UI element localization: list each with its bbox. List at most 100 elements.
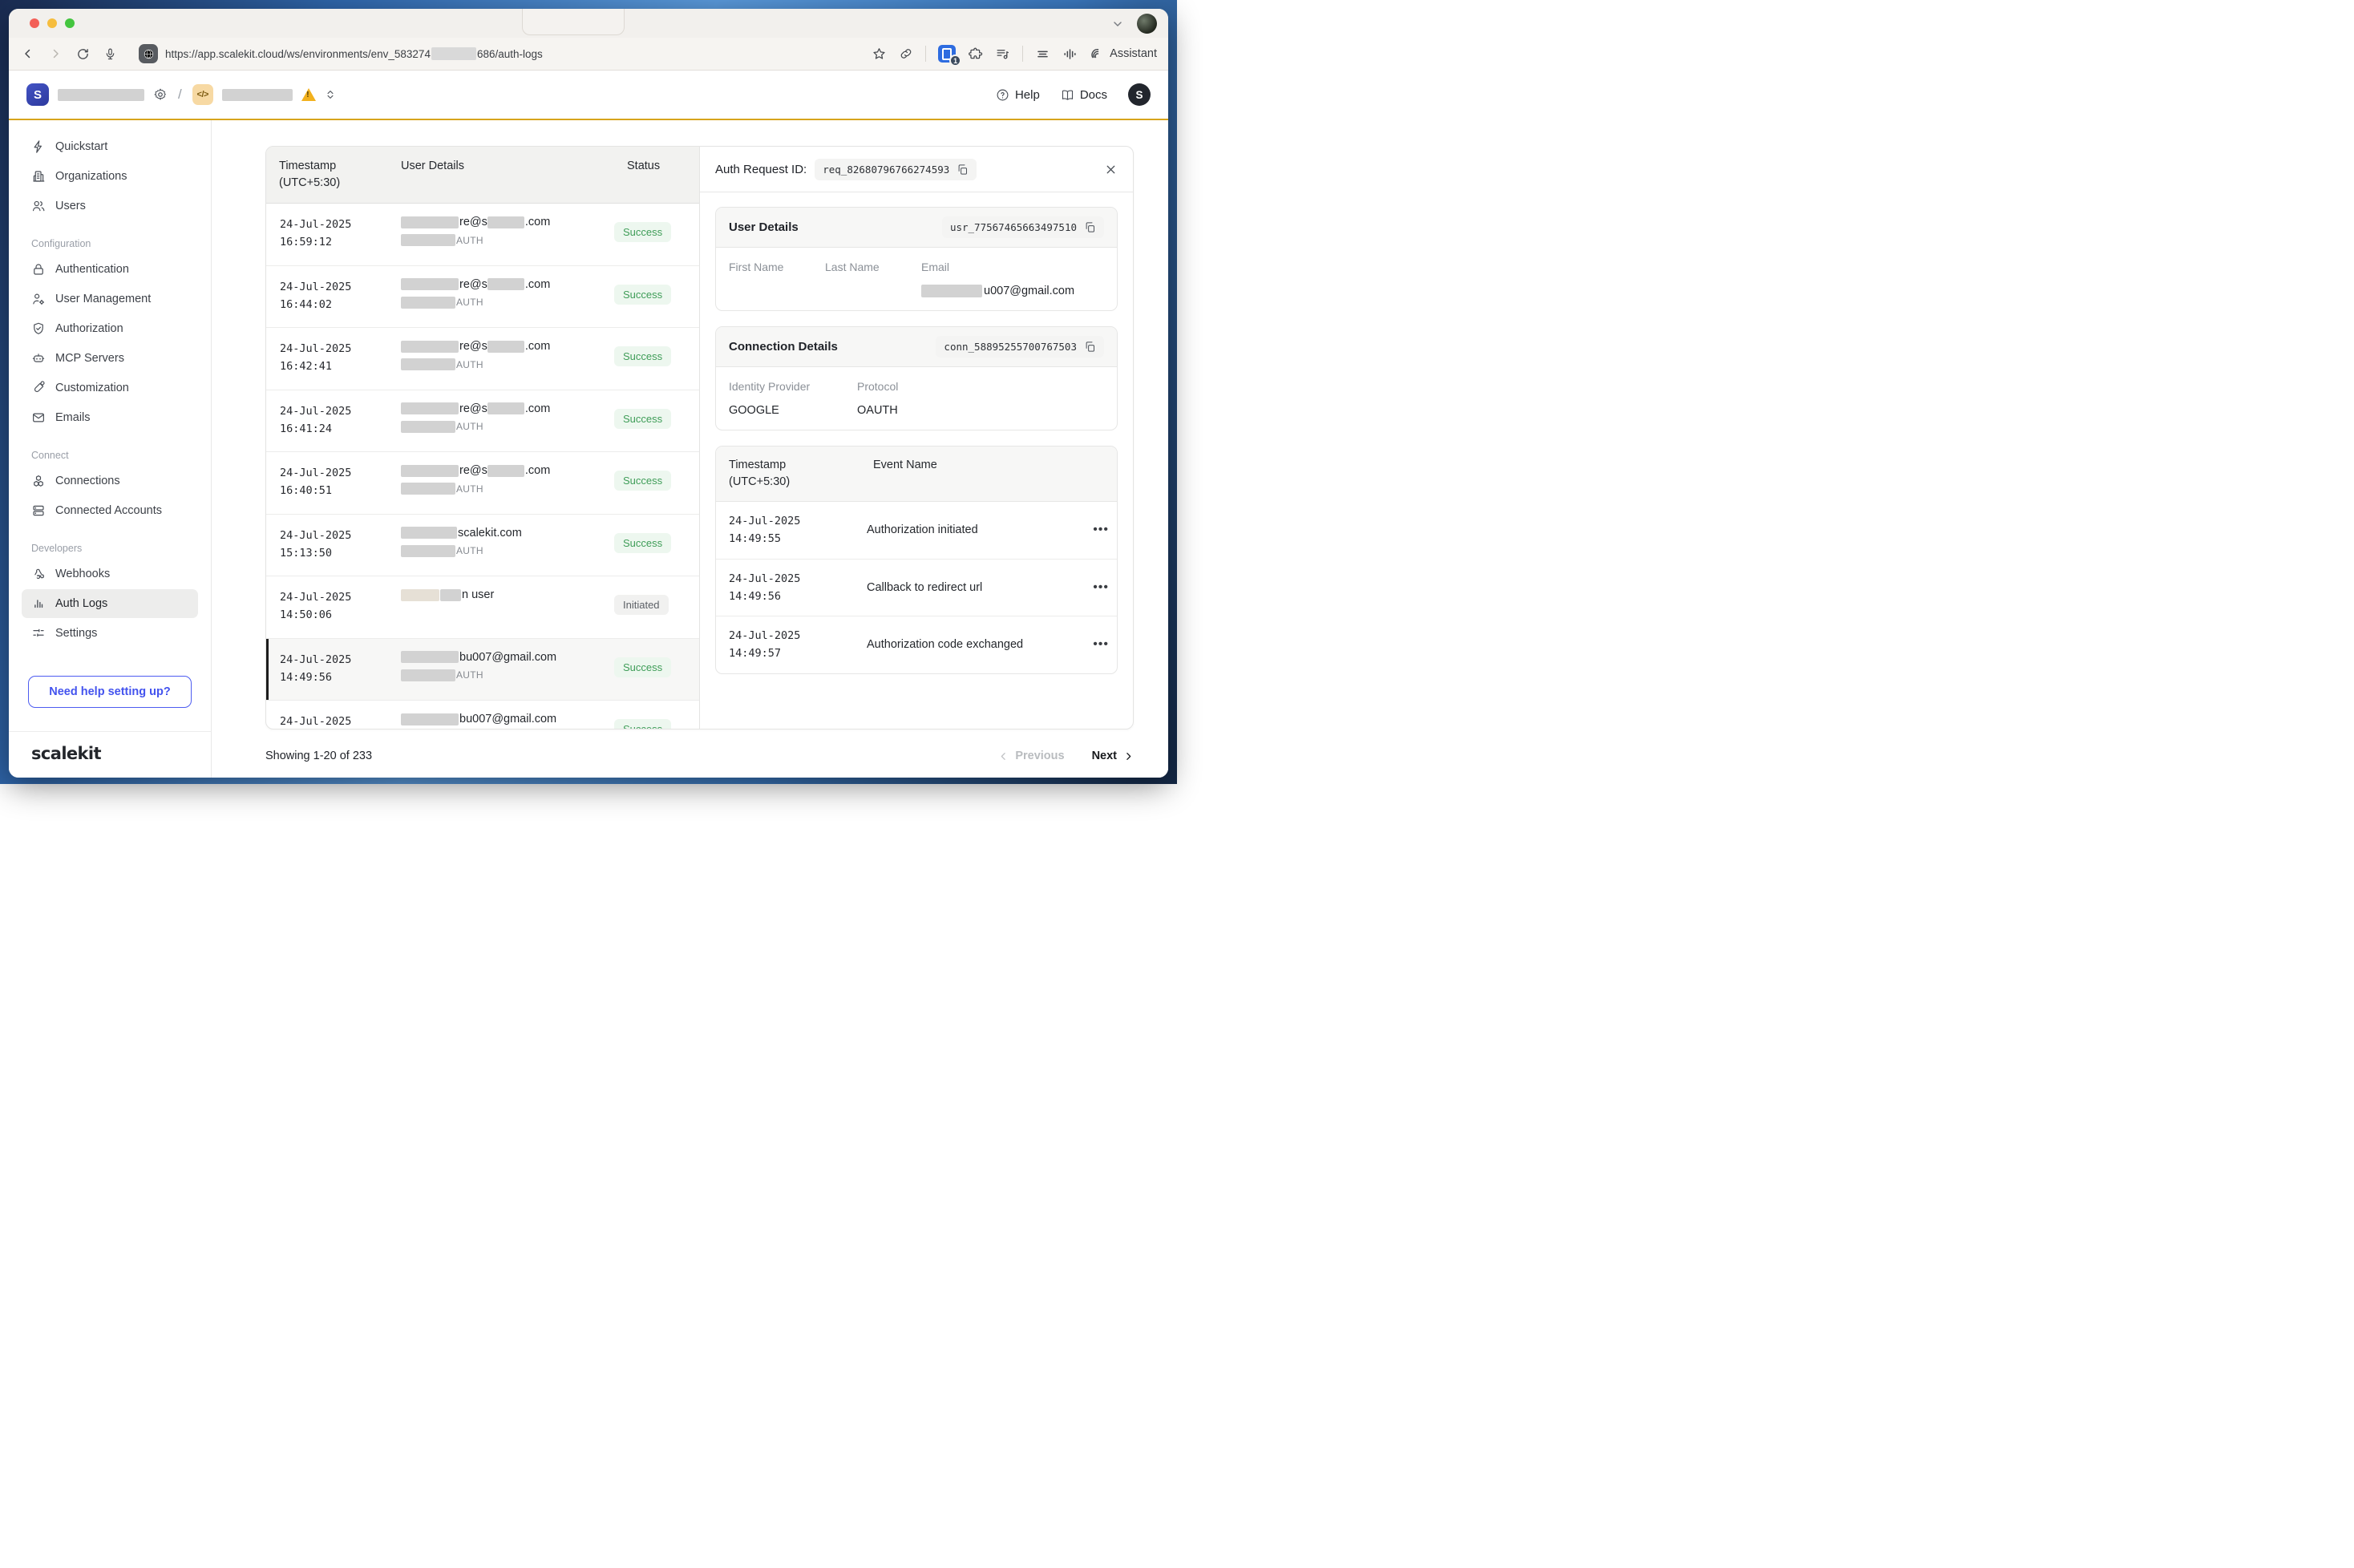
event-timestamp: 24-Jul-202514:49:57: [716, 627, 860, 663]
sidebar-item-mcp-servers[interactable]: MCP Servers: [22, 344, 198, 373]
sidebar-item-emails[interactable]: Emails: [22, 403, 198, 432]
address-bar[interactable]: https://app.scalekit.cloud/ws/environmen…: [139, 44, 860, 63]
docs-button[interactable]: Docs: [1061, 88, 1107, 102]
sidebar-item-quickstart[interactable]: Quickstart: [22, 132, 198, 161]
voice-bars-icon[interactable]: [1062, 46, 1078, 62]
copy-icon[interactable]: [957, 164, 969, 176]
sidebar-item-connected-accounts[interactable]: Connected Accounts: [22, 496, 198, 525]
browser-window: https://app.scalekit.cloud/ws/environmen…: [9, 9, 1168, 778]
event-more-button[interactable]: •••: [1090, 637, 1117, 652]
log-row[interactable]: 24-Jul-202516:42:41re@s.comAUTHSuccess: [266, 328, 699, 390]
breadcrumb-separator: /: [178, 87, 182, 103]
sidebar-section-label: Connect: [31, 450, 188, 461]
redacted-text: [401, 465, 459, 477]
reload-button[interactable]: [75, 46, 91, 62]
log-table-header: Timestamp (UTC+5:30) User Details Status: [266, 147, 699, 204]
microphone-icon[interactable]: [102, 46, 118, 62]
event-more-button[interactable]: •••: [1090, 580, 1117, 595]
log-user-details: bu007@gmail.comAUTH: [388, 713, 614, 729]
copy-icon[interactable]: [1084, 221, 1096, 233]
sidebar-item-settings[interactable]: Settings: [22, 619, 198, 648]
event-row: 24-Jul-202514:49:57Authorization code ex…: [716, 616, 1117, 673]
auth-request-id-chip: req_82680796766274593: [815, 159, 977, 180]
robot-icon: [31, 351, 46, 366]
redacted-text: [401, 589, 439, 601]
log-timestamp: 24-Jul-202515:13:50: [266, 527, 388, 563]
auth-request-detail-panel: Auth Request ID: req_82680796766274593: [700, 147, 1133, 729]
next-page-button[interactable]: Next: [1092, 750, 1134, 762]
log-row[interactable]: 24-Jul-202516:41:24re@s.comAUTHSuccess: [266, 390, 699, 453]
back-button[interactable]: [20, 46, 36, 62]
status-badge: Initiated: [614, 595, 669, 615]
lock-icon: [31, 262, 46, 277]
log-status: Initiated: [614, 588, 699, 624]
browser-toolbar: https://app.scalekit.cloud/ws/environmen…: [9, 38, 1168, 71]
sidebar-item-webhooks[interactable]: Webhooks: [22, 560, 198, 588]
browser-tab[interactable]: [522, 9, 625, 35]
close-icon[interactable]: [1104, 163, 1118, 176]
column-user-details: User Details: [388, 158, 614, 192]
log-timestamp: 24-Jul-202516:44:02: [266, 278, 388, 314]
forward-button[interactable]: [47, 46, 63, 62]
extension-badge: 1: [949, 55, 961, 67]
copy-link-icon[interactable]: [899, 46, 913, 61]
gear-icon[interactable]: [153, 87, 168, 102]
password-extension-icon[interactable]: 1: [938, 45, 956, 63]
org-icon: [31, 169, 46, 184]
sidebar-item-authentication[interactable]: Authentication: [22, 255, 198, 284]
assistant-swirl-icon: [1090, 46, 1104, 61]
minimize-window-button[interactable]: [47, 18, 57, 28]
bookmark-star-icon[interactable]: [872, 46, 887, 62]
log-row[interactable]: 24-Jul-202516:59:12re@s.comAUTHSuccess: [266, 204, 699, 266]
redacted-text: [921, 285, 982, 297]
log-status: Success: [614, 340, 699, 376]
user-avatar[interactable]: S: [1128, 83, 1151, 106]
redacted-text: [401, 216, 459, 228]
assistant-button[interactable]: Assistant: [1090, 46, 1157, 61]
status-badge: Success: [614, 346, 671, 366]
log-row[interactable]: 24-Jul-202514:50:06n userInitiated: [266, 576, 699, 639]
sidebar-item-users[interactable]: Users: [22, 192, 198, 220]
cubes-icon: [31, 474, 46, 488]
redacted-workspace-name: [58, 89, 144, 101]
usergear-icon: [31, 292, 46, 306]
help-button[interactable]: Help: [996, 88, 1040, 102]
column-status: Status: [614, 158, 699, 192]
browser-profile-avatar[interactable]: [1137, 14, 1157, 34]
chevron-down-icon[interactable]: [1111, 18, 1124, 30]
sidebar-item-user-management[interactable]: User Management: [22, 285, 198, 313]
extensions-puzzle-icon[interactable]: [968, 46, 983, 62]
log-row[interactable]: 24-Jul-202516:40:51re@s.comAUTHSuccess: [266, 452, 699, 515]
redacted-text: [487, 465, 524, 477]
log-user-details: scalekit.comAUTH: [388, 527, 614, 563]
sidebar-item-customization[interactable]: Customization: [22, 374, 198, 402]
stack-icon: [31, 503, 46, 518]
log-row[interactable]: 24-Jul-202516:44:02re@s.comAUTHSuccess: [266, 266, 699, 329]
protocol-label: Protocol: [857, 380, 1104, 393]
environment-code-icon: </>: [192, 84, 213, 105]
log-row[interactable]: 24-Jul-202514:49:56bu007@gmail.comAUTHSu…: [266, 639, 699, 701]
environment-switcher-icon[interactable]: [325, 88, 336, 101]
copy-icon[interactable]: [1084, 341, 1096, 353]
sidebar-item-authorization[interactable]: Authorization: [22, 314, 198, 343]
media-playlist-icon[interactable]: [995, 46, 1010, 62]
sidebar-item-connections[interactable]: Connections: [22, 467, 198, 495]
need-help-button[interactable]: Need help setting up?: [28, 676, 192, 708]
log-row[interactable]: 24-Jul-202514:04:26bu007@gmail.comAUTHSu…: [266, 701, 699, 729]
redacted-text: [401, 669, 455, 681]
redacted-text: [401, 341, 459, 353]
sidebar-item-auth-logs[interactable]: Auth Logs: [22, 589, 198, 618]
zoom-window-button[interactable]: [65, 18, 75, 28]
log-status: Success: [614, 402, 699, 438]
close-window-button[interactable]: [30, 18, 39, 28]
status-badge: Success: [614, 409, 671, 429]
reader-lines-icon[interactable]: [1035, 46, 1050, 62]
previous-page-button[interactable]: Previous: [998, 750, 1064, 762]
event-more-button[interactable]: •••: [1090, 523, 1117, 537]
workspace-logo[interactable]: S: [26, 83, 49, 106]
last-name-value: [825, 285, 921, 297]
sidebar-item-organizations[interactable]: Organizations: [22, 162, 198, 191]
main-content: Timestamp (UTC+5:30) User Details Status…: [212, 120, 1168, 778]
log-row[interactable]: 24-Jul-202515:13:50scalekit.comAUTHSucce…: [266, 515, 699, 577]
sidebar-section-label: Configuration: [31, 238, 188, 249]
